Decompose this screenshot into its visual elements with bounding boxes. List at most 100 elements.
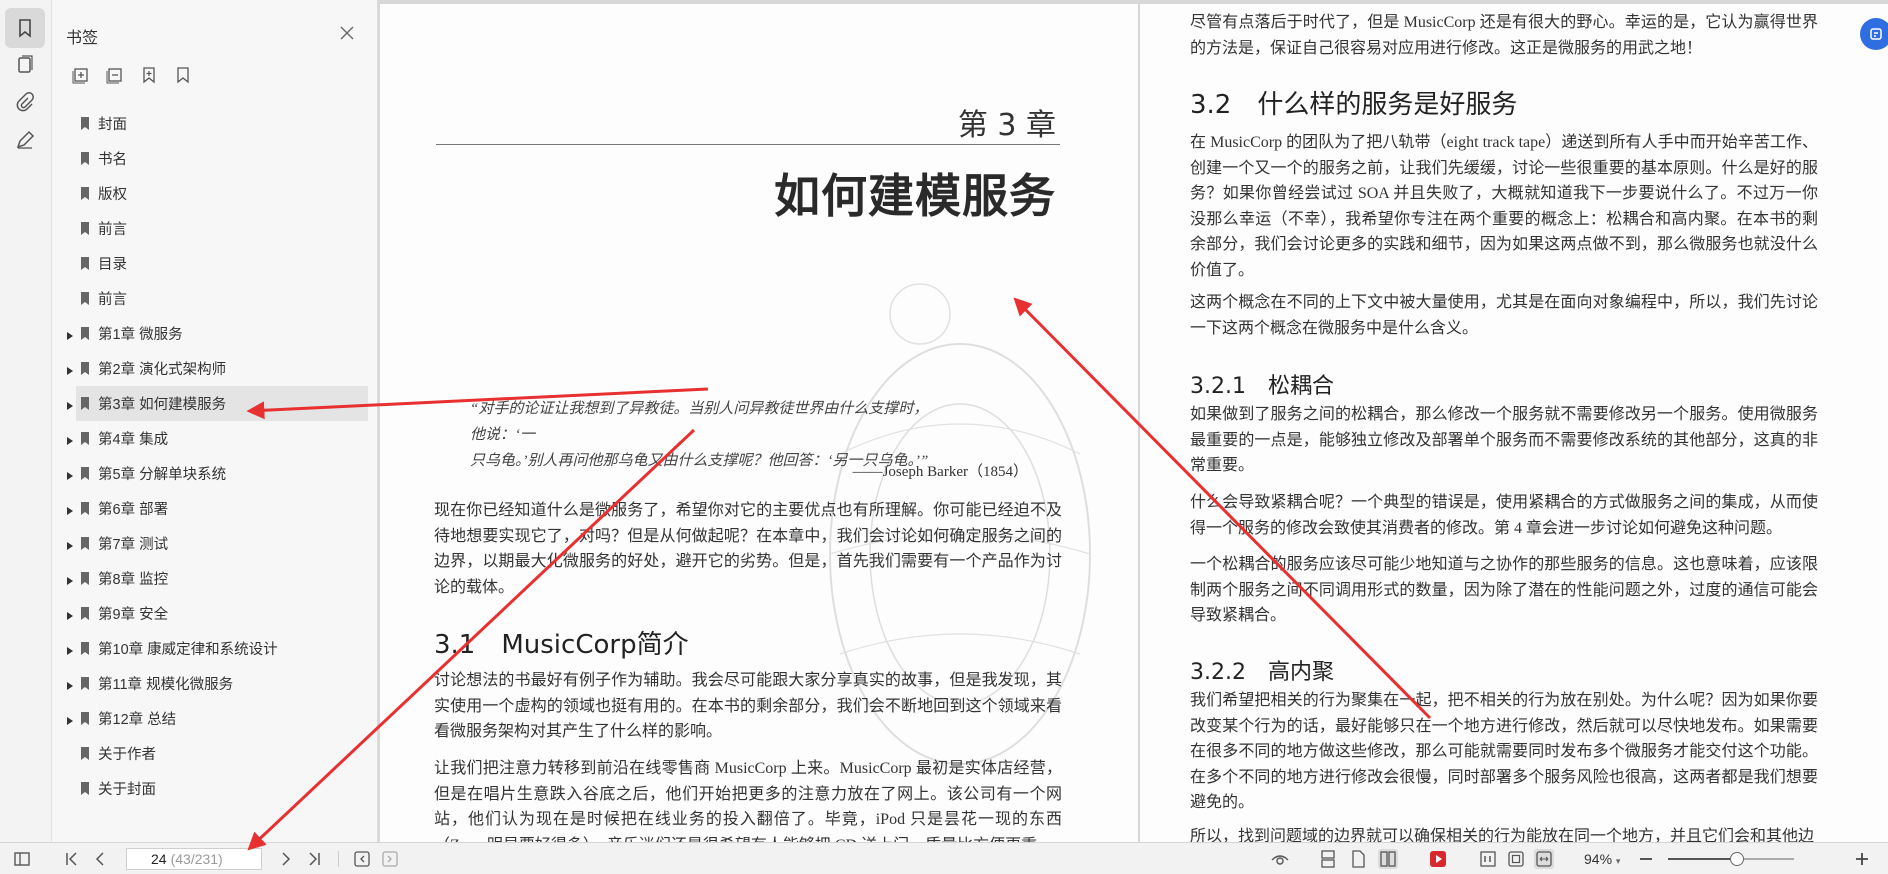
attachment-panel-button[interactable] <box>5 82 45 122</box>
paragraph: 我们希望把相关的行为聚集在一起，把不相关的行为放在别处。为什么呢？因为如果你要改… <box>1190 692 1818 811</box>
bookmark-item[interactable]: 第10章 康威定律和系统设计 <box>52 631 378 666</box>
back-view-button[interactable] <box>352 849 372 869</box>
section-paragraph: 讨论想法的书最好有例子作为辅助。我会尽可能跟大家分享真实的故事，但是我发现，其实… <box>434 672 1062 740</box>
bookmark-item[interactable]: 前言 <box>52 281 378 316</box>
next-page-button[interactable] <box>276 849 296 869</box>
bookmark-item[interactable]: 前言 <box>52 211 378 246</box>
chevron-right-icon <box>282 852 291 866</box>
bookmark-item[interactable]: 关于封面 <box>52 771 378 806</box>
expand-arrow-icon[interactable] <box>66 644 74 655</box>
page-number-input[interactable]: 24 (43/231) <box>126 848 262 870</box>
bookmark-label: 目录 <box>98 257 127 273</box>
bookmark-label: 关于作者 <box>98 747 156 763</box>
bookmark-item[interactable]: 第8章 监控 <box>52 561 378 596</box>
expand-arrow-icon[interactable] <box>66 504 74 515</box>
zoom-out-button[interactable] <box>1636 849 1656 869</box>
toggle-sidebar-button[interactable] <box>12 849 32 869</box>
expand-arrow-icon[interactable] <box>66 399 74 410</box>
section-heading: 3.2 什么样的服务是好服务 <box>1190 90 1518 120</box>
expand-arrow-icon[interactable] <box>66 434 74 445</box>
bookmark-item[interactable]: 第5章 分解单块系统 <box>52 456 378 491</box>
expand-all-button[interactable] <box>70 64 92 86</box>
forward-view-button[interactable] <box>380 849 400 869</box>
bookmark-item[interactable]: 第2章 演化式架构师 <box>52 351 378 386</box>
zoom-slider-handle[interactable] <box>1730 852 1745 866</box>
previous-page-button[interactable] <box>90 849 110 869</box>
bookmark-icon <box>80 432 90 445</box>
chapter-number: 第 3 章 <box>957 108 1056 143</box>
signature-panel-button[interactable] <box>5 120 45 160</box>
assistant-icon <box>1870 28 1882 40</box>
bookmark-label: 第2章 演化式架构师 <box>98 362 227 378</box>
bookmark-label: 第12章 总结 <box>98 712 177 728</box>
back-icon <box>354 851 370 867</box>
bookmark-options-button[interactable] <box>172 64 194 86</box>
bookmark-icon <box>80 292 90 305</box>
expand-arrow-icon[interactable] <box>66 469 74 480</box>
bookmark-list: 封面 书名 版权 前言 目录 前言 第1章 微服务 第2章 演化式架构师 第3章 如何建模服务第… <box>52 106 378 806</box>
zoom-level: 94% <box>1584 851 1613 867</box>
close-icon <box>340 26 354 40</box>
bookmark-item[interactable]: 第6章 部署 <box>52 491 378 526</box>
bookmark-item[interactable]: 第9章 安全 <box>52 596 378 631</box>
bookmark-label: 第11章 规模化微服务 <box>98 677 234 693</box>
expand-arrow-icon[interactable] <box>66 679 74 690</box>
continuous-view-button[interactable] <box>1318 849 1338 869</box>
eye-care-button[interactable] <box>1270 849 1290 869</box>
bookmark-label: 第4章 集成 <box>98 432 169 448</box>
expand-arrow-icon[interactable] <box>66 714 74 725</box>
bookmark-item[interactable]: 第7章 测试 <box>52 526 378 561</box>
assistant-button[interactable] <box>1860 18 1888 50</box>
zoom-level-dropdown[interactable]: 94% ▾ <box>1584 851 1620 867</box>
bookmark-item[interactable]: 书名 <box>52 141 378 176</box>
first-page-button[interactable] <box>62 849 82 869</box>
bookmark-panel-button[interactable] <box>5 8 45 48</box>
expand-arrow-icon[interactable] <box>66 539 74 550</box>
bookmark-item[interactable]: 第1章 微服务 <box>52 316 378 351</box>
bookmark-item[interactable]: 目录 <box>52 246 378 281</box>
paragraph: 什么会导致紧耦合呢？一个典型的错误是，使用紧耦合的方式做服务之间的集成，从而使得… <box>1190 494 1818 537</box>
bookmark-icon <box>80 607 90 620</box>
bookmark-item[interactable]: 第3章 如何建模服务 <box>67 386 368 421</box>
bookmark-item[interactable]: 版权 <box>52 176 378 211</box>
bookmark-item[interactable]: 封面 <box>52 106 378 141</box>
page-total: (43/231) <box>170 851 223 867</box>
zoom-in-button[interactable] <box>1852 849 1872 869</box>
bookmark-icon <box>80 677 90 690</box>
close-panel-button[interactable] <box>336 22 358 44</box>
expand-arrow-icon[interactable] <box>66 329 74 340</box>
fit-page-icon <box>1508 851 1524 867</box>
actual-size-button[interactable] <box>1478 849 1498 869</box>
bookmark-item[interactable]: 第4章 集成 <box>52 421 378 456</box>
last-page-button[interactable] <box>304 849 324 869</box>
play-slideshow-button[interactable] <box>1428 849 1448 869</box>
fit-page-button[interactable] <box>1506 849 1526 869</box>
panel-title: 书签 <box>66 30 99 47</box>
last-page-icon <box>309 852 320 866</box>
dual-page-button[interactable] <box>1378 849 1398 869</box>
document-viewport[interactable]: 第 3 章 如何建模服务 “对手的论证让我想到了异教徒。当别人问异教徒世界由什么… <box>378 0 1888 842</box>
forward-icon <box>382 851 398 867</box>
add-bookmark-button[interactable] <box>138 64 160 86</box>
fit-width-button[interactable] <box>1534 849 1554 869</box>
status-bar: 24 (43/231) 94% ▾ <box>0 842 1888 874</box>
expand-all-icon <box>72 68 88 84</box>
bookmark-item[interactable]: 关于作者 <box>52 736 378 771</box>
expand-arrow-icon[interactable] <box>66 574 74 585</box>
chapter-title: 如何建模服务 <box>774 169 1056 223</box>
bookmark-item[interactable]: 第12章 总结 <box>52 701 378 736</box>
section-paragraph: 让我们把注意力转移到前沿在线零售商 MusicCorp 上来。MusicCorp… <box>434 760 1062 842</box>
thumbnail-panel-button[interactable] <box>5 45 45 85</box>
zoom-slider[interactable] <box>1668 852 1794 866</box>
actual-size-icon <box>1480 851 1496 867</box>
bookmark-label: 第7章 测试 <box>98 537 169 553</box>
continuous-page-icon <box>1321 850 1335 868</box>
bookmark-label: 第9章 安全 <box>98 607 169 623</box>
subsection-heading: 3.2.1 松耦合 <box>1190 374 1334 399</box>
single-page-button[interactable] <box>1348 849 1368 869</box>
collapse-all-button[interactable] <box>104 64 126 86</box>
bookmark-icon <box>80 327 90 340</box>
bookmark-item[interactable]: 第11章 规模化微服务 <box>52 666 378 701</box>
expand-arrow-icon[interactable] <box>66 609 74 620</box>
expand-arrow-icon[interactable] <box>66 364 74 375</box>
